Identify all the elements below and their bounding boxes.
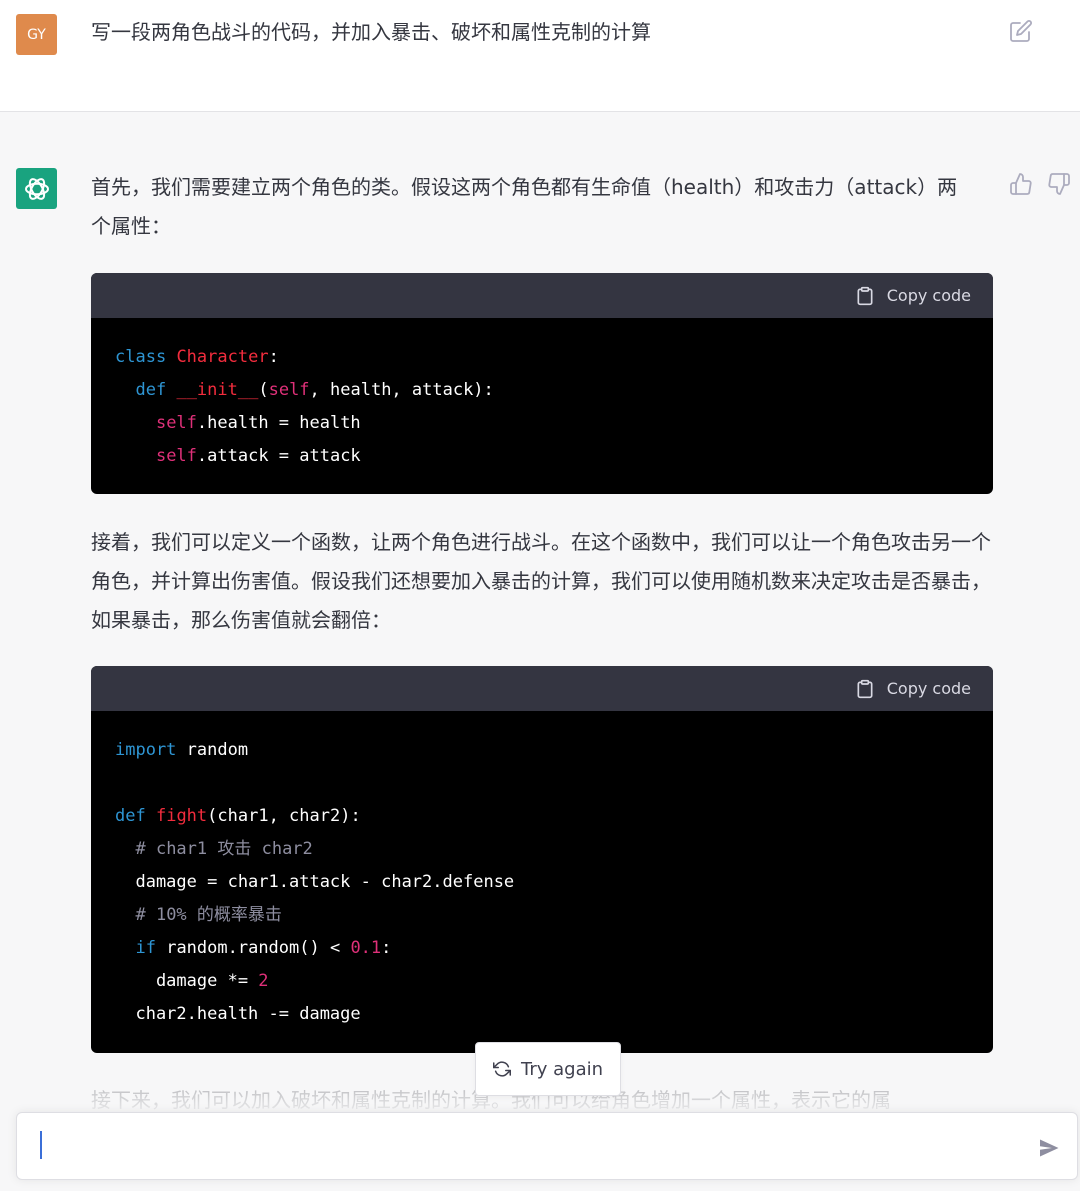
copy-code-button[interactable]: Copy code <box>855 273 971 318</box>
code-keyword: def <box>115 806 146 826</box>
code-block-1: Copy code class Character: def __init__(… <box>91 273 993 494</box>
refresh-icon <box>492 1061 511 1077</box>
code-block-header: Copy code <box>91 666 993 711</box>
code-self: self <box>268 380 310 400</box>
code-line: if random.random() < 0.1: <box>135 938 392 958</box>
user-message-text: 写一段两角色战斗的代码，并加入暴击、破坏和属性克制的计算 <box>91 20 651 44</box>
code-line: def fight(char1, char2): <box>115 806 361 826</box>
send-icon[interactable] <box>1037 1136 1061 1160</box>
code-line: def __init__(self, health, attack): <box>135 380 494 400</box>
openai-logo-icon <box>24 177 49 200</box>
code-body: import random def fight(char1, char2): #… <box>91 711 993 1053</box>
code-comment: # 10% 的概率暴击 <box>135 905 282 925</box>
copy-code-button[interactable]: Copy code <box>855 666 971 711</box>
code-line: damage *= 2 <box>115 971 269 991</box>
try-again-button[interactable]: Try again <box>475 1042 621 1096</box>
copy-code-label: Copy code <box>886 286 971 305</box>
code-keyword: def <box>135 380 167 400</box>
assistant-intro-text: 首先，我们需要建立两个角色的类。假设这两个角色都有生命值（health）和攻击力… <box>91 175 958 238</box>
code-line: import random <box>115 740 249 760</box>
edit-icon[interactable] <box>1009 19 1033 43</box>
code-self: self <box>155 413 197 433</box>
clipboard-icon <box>857 679 873 698</box>
user-message-row: GY 写一段两角色战斗的代码，并加入暴击、破坏和属性克制的计算 <box>0 0 1080 112</box>
code-keyword: class <box>115 347 167 367</box>
thumbs-down-icon[interactable] <box>1047 172 1071 196</box>
text-caret <box>40 1131 42 1159</box>
try-again-label: Try again <box>520 1058 604 1080</box>
code-line: # char1 攻击 char2 <box>115 833 969 866</box>
message-composer <box>16 1112 1078 1180</box>
thumbs-up-icon[interactable] <box>1009 172 1033 196</box>
code-keyword: import <box>115 740 177 760</box>
code-body: class Character: def __init__(self, heal… <box>91 318 993 494</box>
assistant-paragraph-2: 接着，我们可以定义一个函数，让两个角色进行战斗。在这个函数中，我们可以让一个角色… <box>91 530 991 632</box>
code-number: 2 <box>258 971 269 991</box>
code-line: class Character: <box>115 347 279 367</box>
message-input[interactable] <box>39 1129 1019 1163</box>
code-line: self.attack = attack <box>155 446 361 466</box>
user-avatar: GY <box>16 14 57 55</box>
code-block-2: Copy code import random def fight(char1,… <box>91 666 993 1053</box>
assistant-avatar <box>16 168 57 209</box>
copy-code-label: Copy code <box>886 679 971 698</box>
code-function-name: __init__ <box>176 380 259 400</box>
code-keyword: if <box>135 938 156 958</box>
code-line: damage = char1.attack - char2.defense <box>115 872 515 892</box>
code-line: char2.health -= damage <box>115 1004 361 1024</box>
code-function-name: fight <box>155 806 208 826</box>
code-number: 0.1 <box>350 938 382 958</box>
code-line: self.health = health <box>155 413 361 433</box>
code-comment: # char1 攻击 char2 <box>135 839 313 859</box>
clipboard-icon <box>857 286 873 305</box>
code-line: # 10% 的概率暴击 <box>115 899 969 932</box>
code-class-name: Character <box>176 347 269 367</box>
code-self: self <box>155 446 197 466</box>
code-block-header: Copy code <box>91 273 993 318</box>
